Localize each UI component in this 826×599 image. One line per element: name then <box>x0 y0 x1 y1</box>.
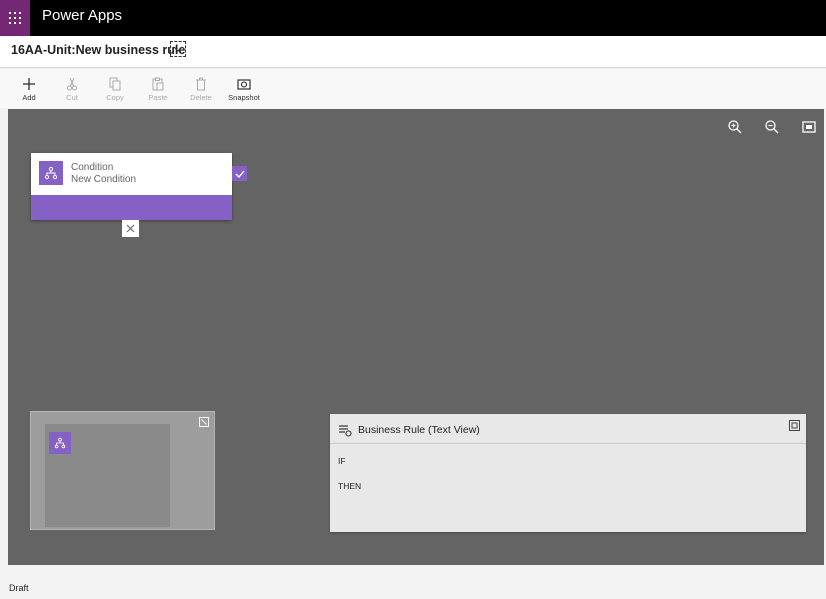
top-bar: Power Apps <box>0 0 826 36</box>
expand-icon[interactable] <box>199 417 209 427</box>
delete-label: Delete <box>190 93 212 102</box>
copy-label: Copy <box>106 93 124 102</box>
then-label: THEN <box>338 481 362 491</box>
copy-icon <box>109 77 121 91</box>
text-view-icon <box>339 425 352 437</box>
status-text: Draft <box>9 583 29 593</box>
condition-icon <box>39 161 63 185</box>
node-footer <box>31 195 232 220</box>
paste-label: Paste <box>148 93 168 102</box>
cut-label: Cut <box>66 93 78 102</box>
close-icon[interactable] <box>122 220 139 237</box>
condition-node[interactable]: Condition New Condition <box>31 153 232 220</box>
page-title: 16AA-Unit:New business rule <box>11 43 186 57</box>
add-label: Add <box>22 93 36 102</box>
text-view-panel: Business Rule (Text View) IF THEN <box>330 414 806 532</box>
check-icon[interactable] <box>232 166 247 181</box>
add-button[interactable]: Add <box>9 77 49 102</box>
paste-button[interactable]: Paste <box>138 77 178 102</box>
plus-icon <box>23 78 35 90</box>
delete-button[interactable]: Delete <box>181 77 221 102</box>
expand-icon[interactable] <box>789 420 800 431</box>
minimap[interactable] <box>30 411 215 530</box>
command-bar: Add Cut Copy Paste Delete Snapshot <box>0 69 826 108</box>
fit-screen-icon[interactable] <box>801 119 817 135</box>
design-canvas[interactable]: Condition New Condition Business Rule (T… <box>8 109 824 565</box>
snapshot-button[interactable]: Snapshot <box>224 77 264 102</box>
paste-icon <box>152 77 164 91</box>
condition-icon <box>49 432 71 454</box>
copy-button[interactable]: Copy <box>95 77 135 102</box>
app-name[interactable]: Power Apps <box>42 7 122 24</box>
zoom-out-icon[interactable] <box>764 119 780 135</box>
status-bar: Draft <box>0 578 826 599</box>
snapshot-label: Snapshot <box>228 93 260 102</box>
minimap-viewport[interactable] <box>45 424 170 527</box>
node-name-label: New Condition <box>71 174 137 185</box>
app-window: Power Apps 16AA-Unit:New business rule A… <box>0 0 826 599</box>
zoom-in-icon[interactable] <box>727 119 743 135</box>
camera-icon <box>237 79 251 90</box>
chevron-down-icon[interactable] <box>170 41 186 57</box>
if-label: IF <box>338 456 346 466</box>
title-bar: 16AA-Unit:New business rule <box>0 36 826 68</box>
scissors-icon <box>67 77 77 91</box>
trash-icon <box>196 77 206 91</box>
text-view-title: Business Rule (Text View) <box>358 424 480 436</box>
node-type-label: Condition <box>71 162 114 173</box>
waffle-icon[interactable] <box>0 0 30 36</box>
cut-button[interactable]: Cut <box>52 77 92 102</box>
text-view-header: Business Rule (Text View) <box>330 414 806 444</box>
